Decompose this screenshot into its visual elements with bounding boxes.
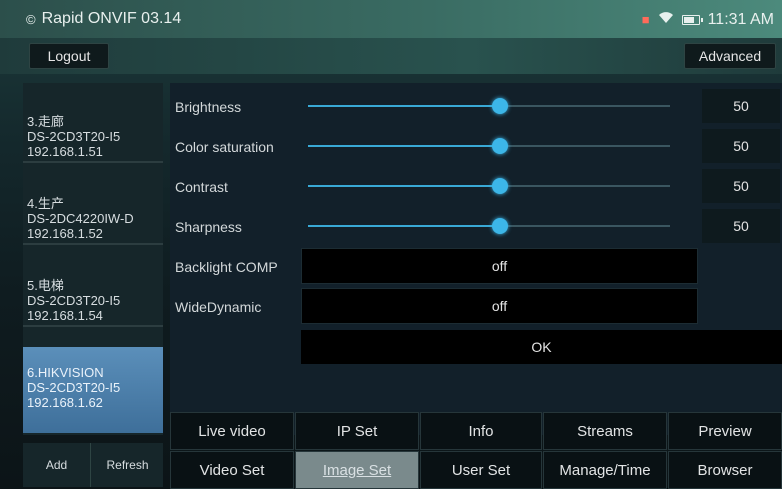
tab-preview[interactable]: Preview xyxy=(668,412,782,450)
widedynamic-toggle[interactable]: off xyxy=(301,288,698,324)
app-logo-icon: © xyxy=(26,11,36,27)
saturation-value[interactable]: 50 xyxy=(702,129,780,163)
slider-fill xyxy=(308,105,500,107)
notification-icon: ■ xyxy=(641,12,650,27)
wifi-icon xyxy=(658,10,674,29)
ok-button[interactable]: OK xyxy=(301,330,782,364)
tab-video-set[interactable]: Video Set xyxy=(170,451,294,489)
tab-live-video[interactable]: Live video xyxy=(170,412,294,450)
tab-info[interactable]: Info xyxy=(420,412,542,450)
tab-user-set[interactable]: User Set xyxy=(420,451,542,489)
toolbar: Logout Advanced xyxy=(0,38,782,74)
slider-fill xyxy=(308,225,500,227)
camera-item[interactable]: 5.电梯 DS-2CD3T20-I5 192.168.1.54 xyxy=(23,247,163,327)
camera-item[interactable]: 4.生产 DS-2DC4220IW-D 192.168.1.52 xyxy=(23,165,163,245)
tab-ip-set[interactable]: IP Set xyxy=(295,412,419,450)
contrast-label: Contrast xyxy=(175,179,228,195)
status-bar: © Rapid ONVIF 03.14 ■ 11:31 AM xyxy=(0,0,782,38)
sharpness-value[interactable]: 50 xyxy=(702,209,780,243)
sharpness-slider[interactable] xyxy=(308,218,670,234)
camera-item-selected[interactable]: 6.HIKVISION DS-2CD3T20-I5 192.168.1.62 xyxy=(23,347,163,433)
slider-fill xyxy=(308,185,500,187)
tab-browser[interactable]: Browser xyxy=(668,451,782,489)
camera-model: DS-2CD3T20-I5 xyxy=(27,129,121,144)
status-icons: ■ 11:31 AM xyxy=(642,10,774,29)
app-title: Rapid ONVIF 03.14 xyxy=(41,10,182,27)
brightness-label: Brightness xyxy=(175,99,242,115)
slider-fill xyxy=(308,145,500,147)
camera-ip: 192.168.1.62 xyxy=(27,395,103,410)
slider-thumb[interactable] xyxy=(492,138,508,154)
camera-model: DS-2CD3T20-I5 xyxy=(27,293,121,308)
tab-streams[interactable]: Streams xyxy=(543,412,667,450)
add-button[interactable]: Add xyxy=(23,443,91,487)
camera-model: DS-2DC4220IW-D xyxy=(27,211,134,226)
saturation-slider[interactable] xyxy=(308,138,670,154)
camera-item[interactable]: 3.走廊 DS-2CD3T20-I5 192.168.1.51 xyxy=(23,83,163,163)
saturation-label: Color saturation xyxy=(175,139,274,155)
camera-ip: 192.168.1.54 xyxy=(27,308,103,323)
slider-thumb[interactable] xyxy=(492,178,508,194)
widedynamic-label: WideDynamic xyxy=(175,299,262,315)
brightness-value[interactable]: 50 xyxy=(702,89,780,123)
tab-manage-time[interactable]: Manage/Time xyxy=(543,451,667,489)
advanced-button[interactable]: Advanced xyxy=(684,43,776,69)
slider-thumb[interactable] xyxy=(492,218,508,234)
camera-ip: 192.168.1.52 xyxy=(27,226,103,241)
camera-list: 3.走廊 DS-2CD3T20-I5 192.168.1.51 4.生产 DS-… xyxy=(23,83,163,435)
camera-name: 3.走廊 xyxy=(27,114,64,129)
slider-thumb[interactable] xyxy=(492,98,508,114)
camera-name: 4.生产 xyxy=(27,196,64,211)
camera-ip: 192.168.1.51 xyxy=(27,144,103,159)
contrast-value[interactable]: 50 xyxy=(702,169,780,203)
battery-icon xyxy=(681,14,703,25)
backlight-label: Backlight COMP xyxy=(175,259,278,275)
logout-button[interactable]: Logout xyxy=(29,43,109,69)
image-settings-panel: Brightness 50 Color saturation 50 Contra… xyxy=(170,83,782,435)
clock: 11:31 AM xyxy=(707,10,774,28)
camera-name: 6.HIKVISION xyxy=(27,365,104,380)
refresh-button[interactable]: Refresh xyxy=(92,443,163,487)
backlight-toggle[interactable]: off xyxy=(301,248,698,284)
screen: © Rapid ONVIF 03.14 ■ 11:31 AM Logout Ad… xyxy=(0,0,782,489)
brightness-slider[interactable] xyxy=(308,98,670,114)
app-indicator: © Rapid ONVIF 03.14 xyxy=(26,10,181,28)
list-actions: Add Refresh xyxy=(23,443,163,487)
camera-model: DS-2CD3T20-I5 xyxy=(27,380,121,395)
sharpness-label: Sharpness xyxy=(175,219,242,235)
camera-name: 5.电梯 xyxy=(27,278,64,293)
tab-image-set[interactable]: Image Set xyxy=(295,451,419,489)
contrast-slider[interactable] xyxy=(308,178,670,194)
